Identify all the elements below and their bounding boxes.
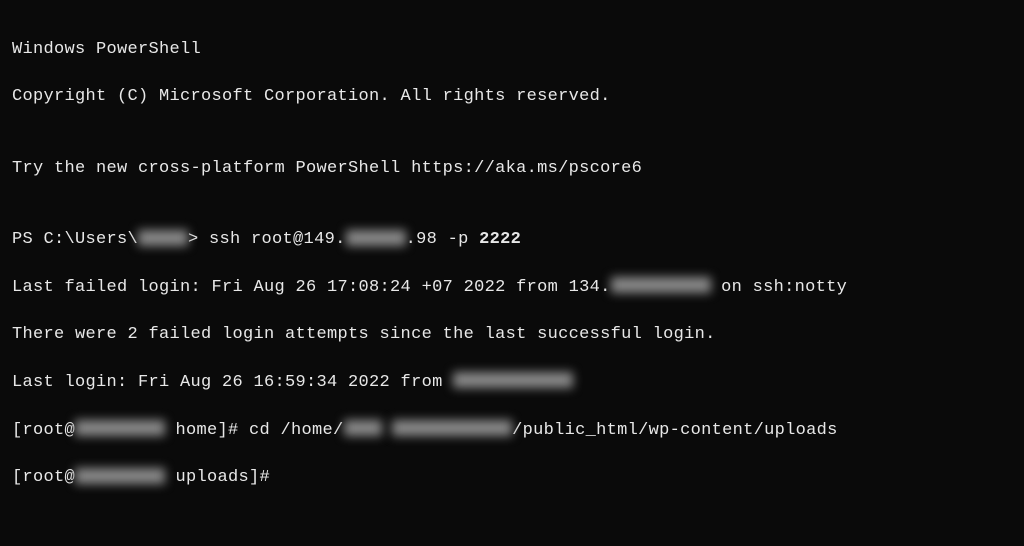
ssh-command: ssh root@149. [209, 230, 346, 249]
last-failed-prefix: Last failed login: Fri Aug 26 17:08:24 +… [12, 278, 611, 297]
redacted-hostname-2 [75, 468, 165, 484]
terminal-output[interactable]: Windows PowerShell Copyright (C) Microso… [12, 14, 1012, 514]
cd-command: cd /home/ [249, 421, 344, 440]
ssh-port: 2222 [479, 230, 521, 249]
home-bracket: home]# [165, 421, 249, 440]
header-title: Windows PowerShell [12, 38, 1012, 62]
last-login-line: Last login: Fri Aug 26 16:59:34 2022 fro… [12, 371, 1012, 395]
path-suffix: /public_html/wp-content/uploads [512, 421, 838, 440]
uploads-bracket: uploads]# [165, 468, 270, 487]
ps-prompt-line: PS C:\Users\ > ssh root@149. .98 -p 2222 [12, 228, 1012, 252]
redacted-username [138, 230, 188, 246]
ps-prefix: PS C:\Users\ [12, 230, 138, 249]
root-uploads-prompt-line: [root@ uploads]# [12, 466, 1012, 490]
last-failed-login-line: Last failed login: Fri Aug 26 17:08:24 +… [12, 276, 1012, 300]
redacted-path-seg-1 [344, 420, 382, 436]
root-open-2: [root@ [12, 468, 75, 487]
try-pscore-line: Try the new cross-platform PowerShell ht… [12, 157, 1012, 181]
redacted-path-seg-2 [392, 420, 512, 436]
redacted-host-ip [346, 230, 406, 246]
ip-suffix: .98 -p [406, 230, 480, 249]
root-open-1: [root@ [12, 421, 75, 440]
failed-attempts-line: There were 2 failed login attempts since… [12, 323, 1012, 347]
ssh-notty-suffix: on ssh:notty [711, 278, 848, 297]
redacted-hostname-1 [75, 420, 165, 436]
redacted-last-ip [453, 372, 573, 388]
root-home-prompt-line: [root@ home]# cd /home/ /public_html/wp-… [12, 419, 1012, 443]
copyright-line: Copyright (C) Microsoft Corporation. All… [12, 85, 1012, 109]
redacted-source-ip [611, 277, 711, 293]
last-login-prefix: Last login: Fri Aug 26 16:59:34 2022 fro… [12, 373, 453, 392]
prompt-arrow: > [188, 230, 209, 249]
